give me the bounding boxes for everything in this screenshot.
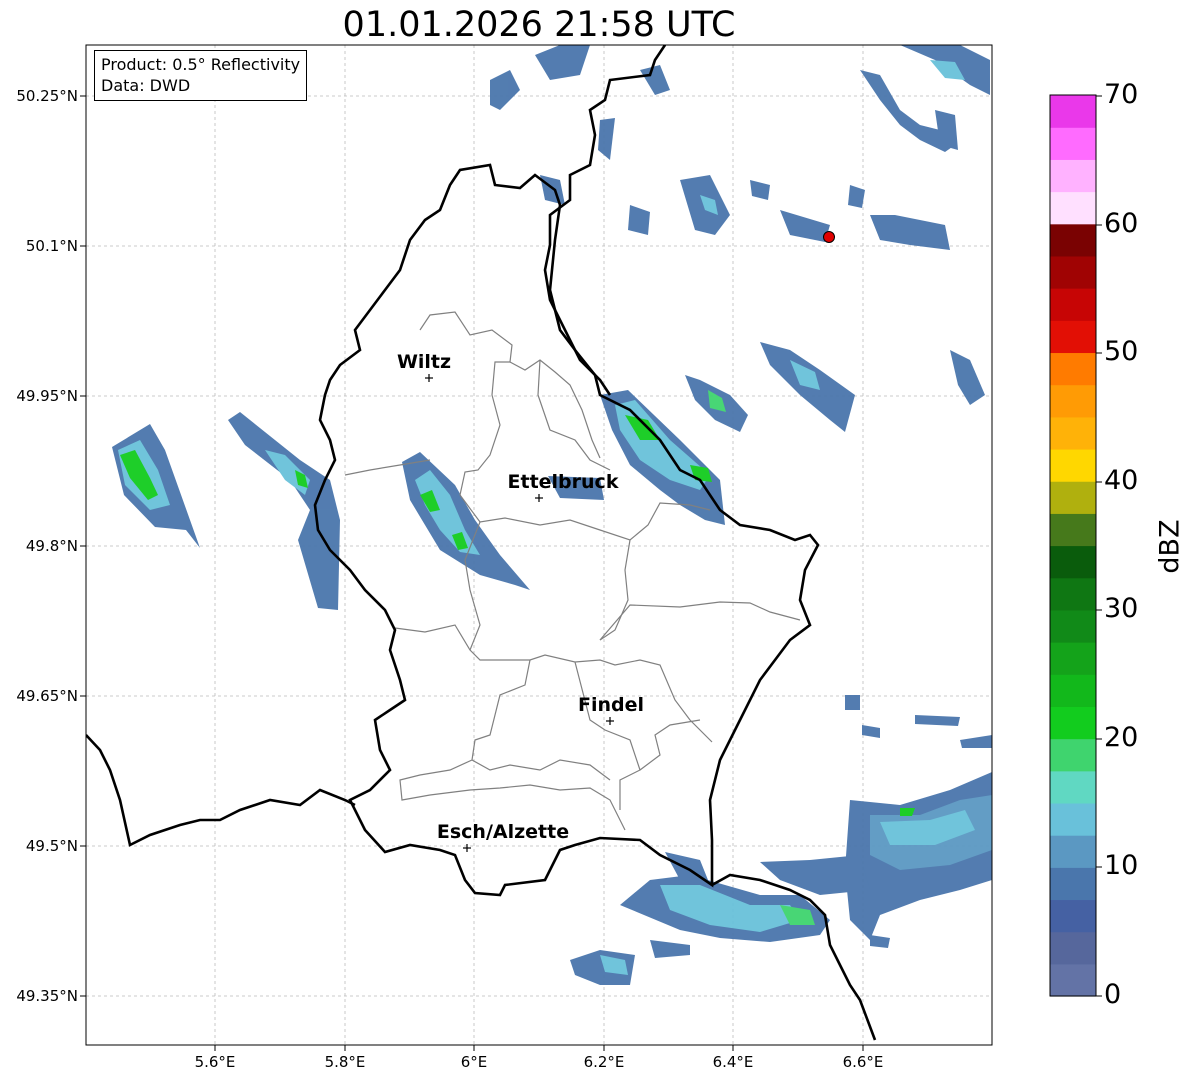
colorbar-band — [1050, 127, 1096, 160]
radar-echoes — [112, 45, 992, 985]
info-box: Product: 0.5° Reflectivity Data: DWD — [94, 50, 308, 101]
colorbar-band — [1050, 448, 1096, 482]
esch-marker — [463, 844, 471, 852]
lat-label: 50.1°N — [25, 237, 78, 255]
colorbar-label: dBZ — [1154, 519, 1184, 574]
colorbar-tick-label: 20 — [1104, 722, 1139, 753]
lat-label: 49.8°N — [25, 537, 78, 555]
city-markers — [425, 374, 614, 852]
colorbar-band — [1050, 899, 1096, 933]
colorbar-band — [1050, 416, 1096, 450]
ettelbruck-marker — [535, 494, 543, 502]
lon-label: 5.8°E — [324, 1053, 366, 1071]
colorbar-tick-label: 40 — [1104, 465, 1139, 496]
colorbar-band — [1050, 545, 1096, 579]
colorbar-band — [1050, 706, 1096, 740]
colorbar-tick-label: 50 — [1104, 336, 1139, 367]
colorbar-band — [1050, 255, 1096, 289]
lon-label: 6.2°E — [583, 1053, 625, 1071]
city-label-findel: Findel — [578, 694, 644, 716]
lat-label: 49.35°N — [16, 987, 78, 1005]
canton-boundaries — [344, 311, 801, 831]
colorbar-band — [1050, 352, 1096, 386]
wiltz-marker — [425, 374, 433, 382]
colorbar-band — [1050, 931, 1096, 965]
lat-label: 49.65°N — [16, 687, 78, 705]
radar-map: Wiltz Ettelbruck Findel Esch/Alzette — [80, 44, 1102, 1051]
colorbar-band — [1050, 288, 1096, 321]
lat-label: 49.95°N — [16, 387, 78, 405]
city-label-wiltz: Wiltz — [397, 351, 451, 373]
colorbar-tick-label: 60 — [1104, 208, 1139, 239]
colorbar-band — [1050, 320, 1096, 354]
colorbar-band — [1050, 159, 1096, 193]
colorbar-band — [1050, 384, 1096, 418]
luxembourg-border — [313, 163, 820, 897]
echo-west-2 — [228, 412, 340, 610]
lon-label: 6.4°E — [712, 1053, 754, 1071]
echo-north — [490, 70, 520, 110]
lat-label: 50.25°N — [16, 87, 78, 105]
city-labels: Wiltz Ettelbruck Findel Esch/Alzette — [397, 351, 644, 843]
colorbar-band — [1050, 191, 1096, 225]
colorbar-band — [1050, 738, 1096, 772]
colorbar-band — [1050, 835, 1096, 868]
colorbar-band — [1050, 481, 1096, 514]
lon-label: 5.6°E — [194, 1053, 236, 1071]
colorbar — [1050, 95, 1096, 997]
colorbar-band — [1050, 674, 1096, 707]
product-text: Product: 0.5° Reflectivity — [101, 55, 301, 74]
radar-site-marker — [823, 231, 835, 243]
colorbar-band — [1050, 95, 1096, 128]
lat-label: 49.5°N — [25, 837, 78, 855]
colorbar-tick-label: 70 — [1104, 79, 1139, 110]
city-label-ettelbruck: Ettelbruck — [508, 471, 619, 493]
data-source-text: Data: DWD — [101, 76, 191, 95]
colorbar-band — [1050, 513, 1096, 547]
colorbar-band — [1050, 577, 1096, 611]
france-border — [86, 734, 356, 847]
colorbar-ticks — [1096, 95, 1102, 997]
colorbar-band — [1050, 223, 1096, 257]
colorbar-tick-label: 10 — [1104, 850, 1139, 881]
lon-label: 6.6°E — [842, 1053, 884, 1071]
city-label-esch: Esch/Alzette — [437, 821, 569, 843]
colorbar-band — [1050, 642, 1096, 675]
colorbar-band — [1050, 802, 1096, 836]
colorbar-band — [1050, 770, 1096, 804]
lon-label: 6°E — [460, 1053, 488, 1071]
colorbar-band — [1050, 963, 1096, 997]
colorbar-tick-label: 0 — [1104, 979, 1122, 1010]
colorbar-band — [1050, 867, 1096, 901]
colorbar-band — [1050, 609, 1096, 643]
colorbar-tick-label: 30 — [1104, 593, 1139, 624]
findel-marker — [606, 717, 614, 725]
